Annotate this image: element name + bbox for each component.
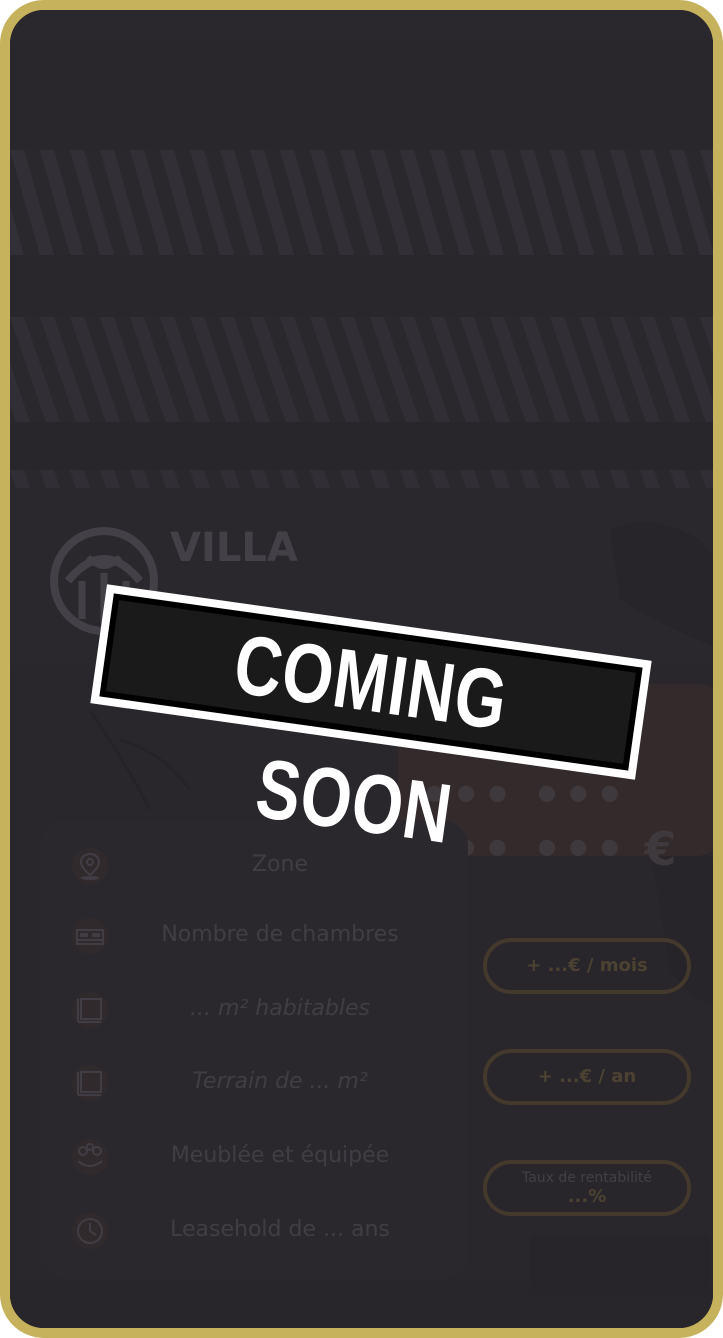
yearly-return-pill[interactable]: + ...€ / an [483,1049,691,1105]
floor-area-icon [72,992,108,1028]
land-plot-icon [72,1065,108,1101]
feature-land-area: Terrain de ... m² [192,1069,368,1094]
monthly-return-value: + ...€ / mois [526,955,648,976]
brand-name: VILLA [170,525,298,571]
monthly-return-pill[interactable]: + ...€ / mois [483,938,691,994]
villa-listing-card: VILLA ... ... ••• ••• ••• ••• € Zone Nom… [0,0,723,1338]
location-pin-icon [72,848,108,884]
rate-label: Taux de rentabilité [521,1170,653,1186]
bed-icon [72,918,108,954]
rate-pill[interactable]: Taux de rentabilité ...% [483,1160,691,1216]
yearly-return-value: + ...€ / an [537,1066,637,1087]
feature-living-area: ... m² habitables [190,996,370,1021]
features-panel [40,820,468,1278]
feature-furnished: Meublée et équipée [170,1143,390,1168]
furnished-icon [72,1139,108,1175]
feature-bedrooms: Nombre de chambres [161,922,399,947]
feature-leasehold: Leasehold de ... ans [170,1217,390,1242]
rate-value: ...% [567,1186,607,1207]
clock-icon [72,1213,108,1249]
